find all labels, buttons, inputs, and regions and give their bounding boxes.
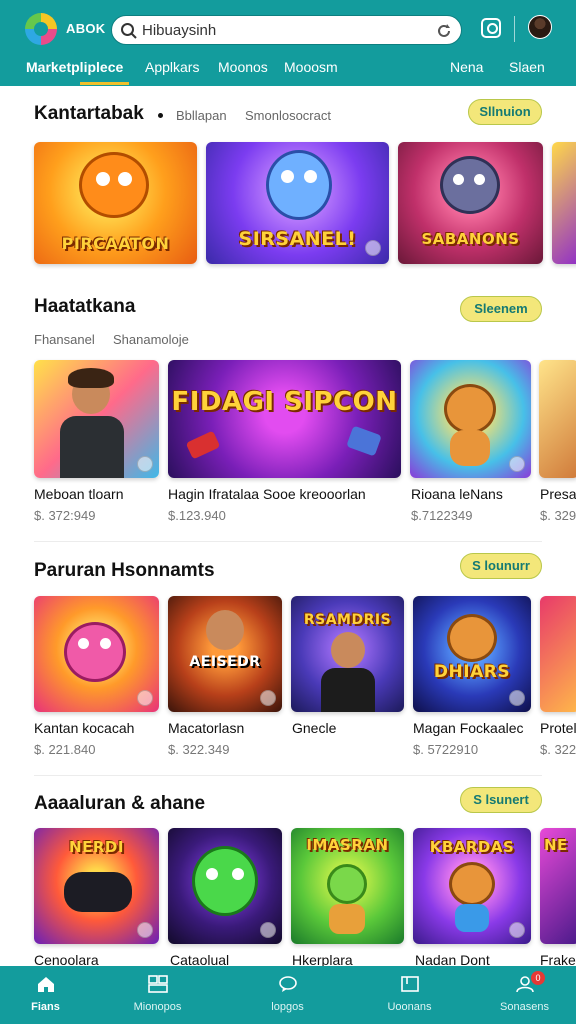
game-card[interactable]	[410, 360, 531, 478]
tab-mooosm[interactable]: Mooosm	[284, 59, 338, 75]
badge-icon	[509, 922, 525, 938]
badge-icon	[137, 922, 153, 938]
section-divider	[34, 541, 542, 542]
search-icon	[121, 23, 137, 39]
badge-icon	[260, 690, 276, 706]
card-art-title: FIDAGI SIPCON	[171, 387, 398, 417]
card-art-title: RSAMDRIS	[303, 612, 392, 628]
game-card[interactable]: NE	[540, 828, 576, 944]
chat-icon	[279, 976, 297, 992]
game-card[interactable]	[34, 596, 159, 712]
game-title[interactable]: Rioana leNans	[411, 486, 503, 502]
game-card[interactable]: IMASRAN	[291, 828, 404, 944]
see-all-button[interactable]: S lsunert	[460, 787, 542, 813]
game-price: $. 5722910	[413, 742, 479, 757]
section-filter[interactable]: Shanamoloje	[113, 332, 189, 347]
card-art-title: KBARDAS	[429, 838, 515, 856]
badge-icon	[509, 456, 525, 472]
nav-item-mionopos[interactable]: Mionopos	[100, 966, 215, 1024]
refresh-icon[interactable]	[435, 22, 453, 40]
badge-icon	[137, 456, 153, 472]
app-logo[interactable]	[25, 13, 57, 45]
game-card[interactable]: FIDAGI SIPCON	[168, 360, 401, 478]
card-art-title: SABANONS	[421, 230, 520, 248]
badge-icon	[509, 690, 525, 706]
search-bar[interactable]	[111, 15, 462, 45]
game-title[interactable]: Magan Fockaalec	[413, 720, 524, 736]
avatar[interactable]	[528, 15, 552, 39]
home-icon	[38, 977, 54, 992]
section-filter[interactable]: Bbllapan	[176, 108, 227, 123]
game-title[interactable]: Meboan tloarn	[34, 486, 124, 502]
search-input[interactable]	[142, 18, 432, 42]
game-price: $.123.940	[168, 508, 226, 523]
see-all-button[interactable]: S lounurr	[460, 553, 542, 579]
bullet-dot	[158, 113, 163, 118]
game-title[interactable]: Gnecle	[292, 720, 336, 736]
tab-slaen[interactable]: Slaen	[509, 59, 545, 75]
game-card[interactable]	[540, 596, 576, 712]
game-card[interactable]: NERDI	[34, 828, 159, 944]
card-art-title: AEISEDR	[189, 654, 261, 670]
top-app-bar: ABOK Marketpliplece Applkars Moonos Mooo…	[0, 0, 576, 86]
game-title[interactable]: Hagin Ifratalaa Sooe kreooorlan	[168, 486, 366, 502]
section-title: Kantartabak	[34, 103, 144, 124]
game-price: $. 329	[540, 508, 576, 523]
nav-item-uoonans[interactable]: Uoonans	[352, 966, 467, 1024]
card-art-title: DHIARS	[433, 662, 511, 682]
brand-name: ABOK	[66, 21, 106, 36]
divider	[514, 16, 515, 42]
section-title: Haatatkana	[34, 296, 136, 317]
card-art-title: NERDI	[69, 838, 124, 856]
active-tab-indicator	[80, 82, 129, 85]
game-card[interactable]: RSAMDRIS	[291, 596, 404, 712]
game-card[interactable]	[552, 142, 576, 264]
game-price: $. 372:949	[34, 508, 96, 523]
see-all-button[interactable]: Sllnuion	[468, 99, 542, 125]
game-card[interactable]: DHIARS	[413, 596, 531, 712]
bottom-navigation: Fians Mionopos lopgos Uoonans 0 Sonasens	[0, 966, 576, 1024]
game-card[interactable]	[34, 360, 159, 478]
card-art-title: NE	[544, 836, 568, 854]
badge-icon	[260, 922, 276, 938]
section-title: Paruran Hsonnamts	[34, 560, 215, 581]
game-card[interactable]: PIRCAATON	[34, 142, 197, 264]
section-divider	[34, 775, 542, 776]
share-icon[interactable]	[481, 18, 501, 38]
game-price: $.7122349	[411, 508, 473, 523]
game-card[interactable]	[168, 828, 282, 944]
game-title[interactable]: Kantan kocacah	[34, 720, 134, 736]
game-title[interactable]: Protel	[540, 720, 576, 736]
badge-icon	[137, 690, 153, 706]
tab-marketplace[interactable]: Marketpliplece	[26, 59, 123, 75]
nav-item-home[interactable]: Fians	[0, 966, 103, 1024]
nav-item-sonasens[interactable]: 0 Sonasens	[467, 966, 576, 1024]
see-all-button[interactable]: Sleenem	[460, 296, 542, 322]
box-icon	[401, 976, 419, 992]
tab-apps[interactable]: Applkars	[145, 59, 199, 75]
card-art-title: PIRCAATON	[61, 234, 170, 253]
game-title[interactable]: Presa	[540, 486, 576, 502]
tab-moonos[interactable]: Moonos	[218, 59, 268, 75]
game-card[interactable]	[539, 360, 576, 478]
card-art-title: SIRSANEL!	[238, 228, 357, 250]
game-price: $. 322.349	[168, 742, 230, 757]
game-card[interactable]: SABANONS	[398, 142, 543, 264]
card-art-title: IMASRAN	[306, 836, 389, 854]
section-filter[interactable]: Fhansanel	[34, 332, 95, 347]
badge-icon	[365, 240, 381, 256]
game-price: $. 221.840	[34, 742, 96, 757]
notification-badge: 0	[531, 971, 545, 985]
tab-nena[interactable]: Nena	[450, 59, 483, 75]
game-card[interactable]: AEISEDR	[168, 596, 282, 712]
game-card[interactable]: SIRSANEL!	[206, 142, 389, 264]
nav-item-lopgos[interactable]: lopgos	[230, 966, 345, 1024]
section-filter[interactable]: Smonlosocract	[245, 108, 331, 123]
grid-icon	[148, 975, 168, 993]
game-card[interactable]: KBARDAS	[413, 828, 531, 944]
section-title: Aaaaluran & ahane	[34, 793, 206, 814]
game-title[interactable]: Macatorlasn	[168, 720, 244, 736]
game-price: $. 322	[540, 742, 576, 757]
